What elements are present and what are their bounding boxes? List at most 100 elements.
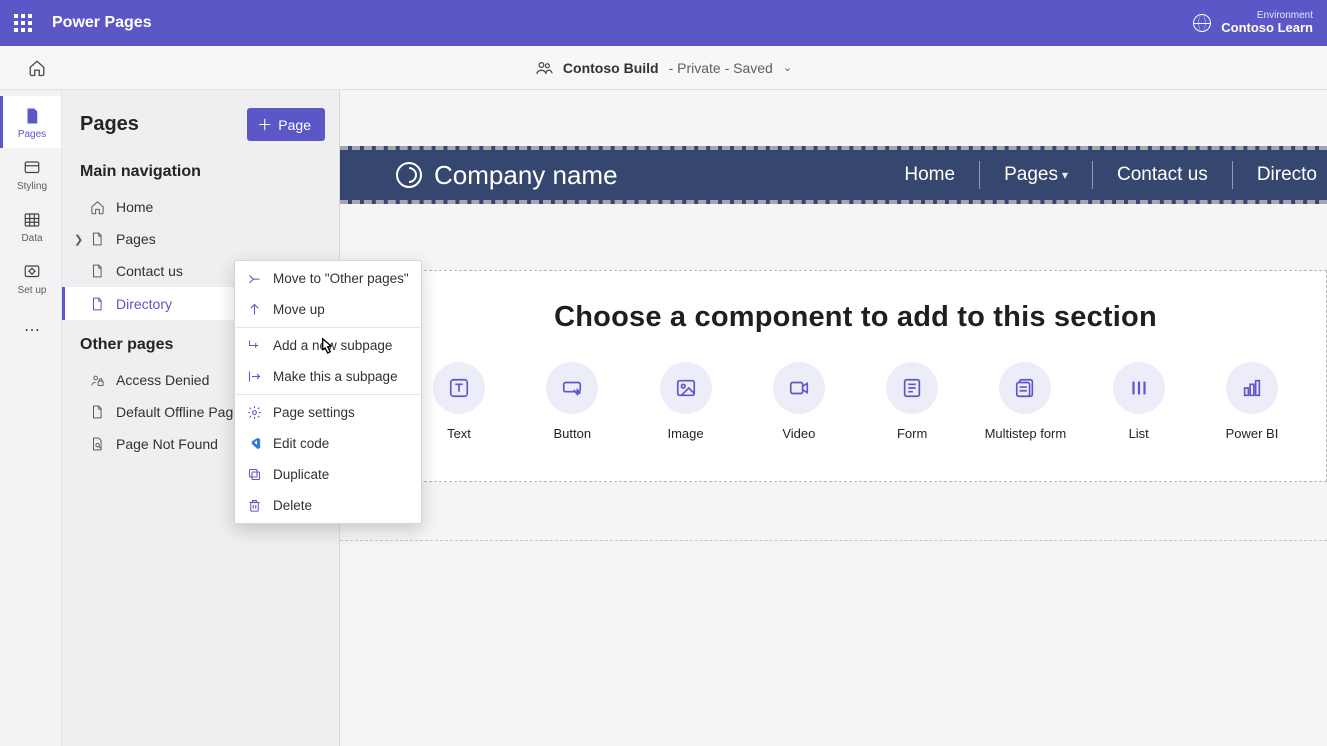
page-context-menu: Move to "Other pages" Move up Add a new … bbox=[234, 260, 422, 524]
list-icon bbox=[1113, 362, 1165, 414]
power-bi-icon bbox=[1226, 362, 1278, 414]
home-icon[interactable] bbox=[28, 59, 46, 77]
rail-item-setup[interactable]: Set up bbox=[0, 252, 61, 304]
rail-item-label: Pages bbox=[18, 129, 46, 140]
top-bar: Power Pages Environment Contoso Learn bbox=[0, 0, 1327, 46]
component-button[interactable]: Button bbox=[524, 362, 620, 441]
component-label: Text bbox=[447, 426, 471, 441]
indent-icon bbox=[247, 369, 263, 384]
person-lock-icon bbox=[90, 373, 106, 388]
ctx-label: Add a new subpage bbox=[273, 338, 392, 353]
tree-item-label: Page Not Found bbox=[116, 436, 218, 452]
component-label: Power BI bbox=[1226, 426, 1279, 441]
page-icon bbox=[90, 264, 106, 278]
add-page-button[interactable]: ＋ Page bbox=[247, 108, 325, 141]
site-info[interactable]: Contoso Build - Private - Saved ⌄ bbox=[535, 59, 792, 77]
environment-name: Contoso Learn bbox=[1221, 21, 1313, 35]
component-picker-section: Choose a component to add to this sectio… bbox=[384, 270, 1327, 482]
text-icon bbox=[433, 362, 485, 414]
component-label: Form bbox=[897, 426, 927, 441]
page-icon bbox=[90, 232, 106, 246]
tree-item-label: Contact us bbox=[116, 263, 183, 279]
multistep-form-icon bbox=[999, 362, 1051, 414]
component-power-bi[interactable]: Power BI bbox=[1204, 362, 1300, 441]
preview-link-pages[interactable]: Pages bbox=[980, 161, 1093, 189]
component-label: List bbox=[1129, 426, 1149, 441]
move-icon bbox=[247, 271, 263, 286]
video-icon bbox=[773, 362, 825, 414]
environment-switcher[interactable]: Environment Contoso Learn bbox=[1193, 10, 1313, 35]
ctx-delete[interactable]: Delete bbox=[235, 490, 421, 521]
ctx-label: Move up bbox=[273, 302, 325, 317]
rail-item-label: Styling bbox=[17, 181, 47, 192]
ctx-make-subpage[interactable]: Make this a subpage bbox=[235, 361, 421, 392]
ctx-page-settings[interactable]: Page settings bbox=[235, 397, 421, 428]
component-multistep-form[interactable]: Multistep form bbox=[977, 362, 1073, 441]
ctx-move-up[interactable]: Move up bbox=[235, 294, 421, 325]
preview-link-contact[interactable]: Contact us bbox=[1093, 161, 1233, 189]
pages-title: Pages bbox=[80, 113, 139, 136]
app-launcher-icon[interactable] bbox=[14, 14, 32, 32]
component-form[interactable]: Form bbox=[864, 362, 960, 441]
tree-item-home[interactable]: Home bbox=[62, 191, 339, 223]
ctx-label: Make this a subpage bbox=[273, 369, 398, 384]
chevron-down-icon: ⌄ bbox=[783, 61, 792, 74]
tree-item-label: Pages bbox=[116, 231, 156, 247]
component-list[interactable]: List bbox=[1091, 362, 1187, 441]
site-status: - Private - Saved bbox=[669, 60, 773, 76]
environment-label: Environment bbox=[1221, 10, 1313, 21]
tree-item-label: Home bbox=[116, 199, 153, 215]
component-label: Video bbox=[782, 426, 815, 441]
preview-link-directory[interactable]: Directo bbox=[1233, 161, 1327, 189]
ctx-separator bbox=[235, 394, 421, 395]
site-name: Contoso Build bbox=[563, 60, 659, 76]
add-page-label: Page bbox=[278, 117, 311, 133]
rail-item-label: Set up bbox=[18, 285, 47, 296]
app-title: Power Pages bbox=[52, 14, 152, 32]
chevron-right-icon[interactable]: ❯ bbox=[74, 233, 83, 246]
plus-icon: ＋ bbox=[257, 114, 272, 135]
rail-item-styling[interactable]: Styling bbox=[0, 148, 61, 200]
component-label: Multistep form bbox=[985, 426, 1067, 441]
ctx-label: Move to "Other pages" bbox=[273, 271, 409, 286]
ellipsis-icon: ⋯ bbox=[24, 320, 40, 340]
left-rail: Pages Styling Data Set up ⋯ bbox=[0, 90, 62, 746]
section-main-navigation: Main navigation bbox=[62, 155, 339, 187]
add-subpage-icon bbox=[247, 338, 263, 353]
arrow-up-icon bbox=[247, 302, 263, 317]
component-text[interactable]: Text bbox=[411, 362, 507, 441]
tree-item-label: Default Offline Page bbox=[116, 404, 241, 420]
ctx-label: Duplicate bbox=[273, 467, 329, 482]
people-icon bbox=[535, 59, 553, 77]
data-icon bbox=[23, 210, 41, 230]
rail-item-pages[interactable]: Pages bbox=[0, 96, 61, 148]
ctx-label: Page settings bbox=[273, 405, 355, 420]
rail-item-more[interactable]: ⋯ bbox=[0, 304, 61, 348]
rail-item-data[interactable]: Data bbox=[0, 200, 61, 252]
component-label: Image bbox=[667, 426, 703, 441]
page-search-icon bbox=[90, 437, 106, 451]
ctx-move-to-other-pages[interactable]: Move to "Other pages" bbox=[235, 263, 421, 294]
component-video[interactable]: Video bbox=[751, 362, 847, 441]
image-icon bbox=[660, 362, 712, 414]
ctx-separator bbox=[235, 327, 421, 328]
trash-icon bbox=[247, 498, 263, 513]
preview-navbar: Company name Home Pages Contact us Direc… bbox=[340, 146, 1327, 204]
component-label: Button bbox=[553, 426, 591, 441]
tree-item-label: Access Denied bbox=[116, 372, 209, 388]
component-image[interactable]: Image bbox=[638, 362, 734, 441]
vscode-icon bbox=[247, 436, 263, 451]
company-logo-icon bbox=[396, 162, 422, 188]
form-icon bbox=[886, 362, 938, 414]
duplicate-icon bbox=[247, 467, 263, 482]
ctx-label: Delete bbox=[273, 498, 312, 513]
page-icon bbox=[90, 405, 106, 419]
ctx-add-subpage[interactable]: Add a new subpage bbox=[235, 330, 421, 361]
ctx-duplicate[interactable]: Duplicate bbox=[235, 459, 421, 490]
preview-link-home[interactable]: Home bbox=[880, 161, 980, 189]
ctx-edit-code[interactable]: Edit code bbox=[235, 428, 421, 459]
sub-bar: Contoso Build - Private - Saved ⌄ bbox=[0, 46, 1327, 90]
home-icon bbox=[90, 200, 106, 215]
tree-item-label: Directory bbox=[116, 296, 172, 312]
tree-item-pages[interactable]: ❯ Pages bbox=[62, 223, 339, 255]
